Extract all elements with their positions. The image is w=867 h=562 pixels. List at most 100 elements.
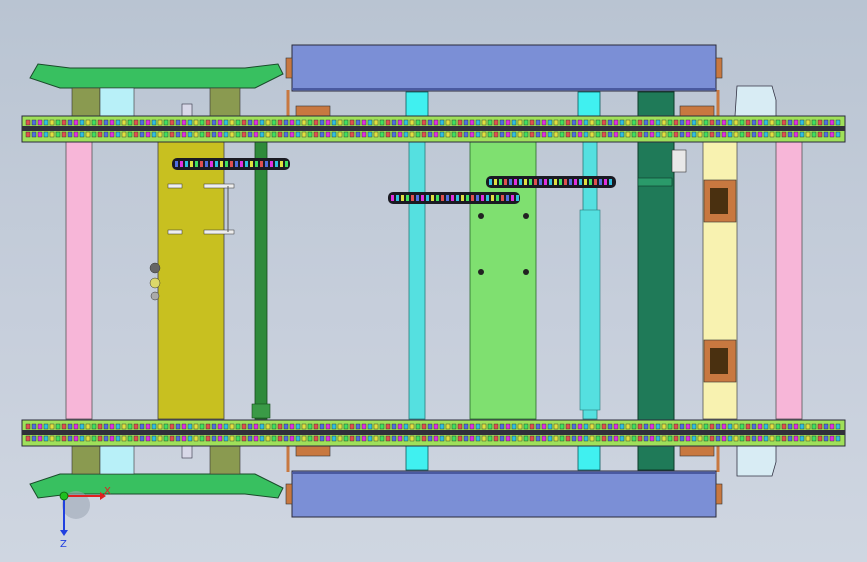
chain-link	[139, 435, 145, 442]
chain-link	[367, 435, 373, 442]
chain-link	[265, 435, 271, 442]
left-roller[interactable]	[65, 141, 93, 420]
sprocket-chain-link	[589, 179, 592, 185]
chain-link	[727, 435, 733, 442]
top-rail-chain[interactable]	[21, 115, 846, 143]
bottom-right-end-bracket[interactable]	[736, 445, 777, 477]
chain-link	[37, 435, 43, 442]
chain-link	[139, 423, 145, 430]
sprocket-chain-link	[491, 195, 494, 201]
bottom-pad-clip-right	[715, 483, 723, 505]
chain-link	[529, 423, 535, 430]
cad-viewport[interactable]: X Z	[0, 0, 867, 562]
sprocket-chain-link	[436, 195, 439, 201]
chain-link	[811, 435, 817, 442]
chain-link	[253, 423, 259, 430]
chain-link	[91, 423, 97, 430]
chain-link	[499, 119, 505, 126]
chain-link	[517, 435, 523, 442]
chain-link	[289, 131, 295, 138]
chain-link	[709, 423, 715, 430]
chain-link	[373, 435, 379, 442]
chain-link	[235, 119, 241, 126]
z-axis-label: Z	[60, 539, 67, 550]
chain-link	[355, 435, 361, 442]
sprocket-chain-upper[interactable]	[486, 176, 616, 188]
chain-link	[241, 131, 247, 138]
sprocket-chain-link	[519, 179, 522, 185]
dark-green-beam[interactable]	[637, 91, 675, 471]
chain-link	[265, 119, 271, 126]
chain-link	[421, 119, 427, 126]
chain-link	[37, 131, 43, 138]
sprocket-chain-link	[574, 179, 577, 185]
top-right-end-bracket[interactable]	[734, 85, 777, 117]
chain-link	[529, 435, 535, 442]
bottom-left-bracket[interactable]	[29, 443, 284, 499]
top-pad[interactable]	[291, 44, 717, 92]
chain-link	[691, 119, 697, 126]
chain-link	[685, 435, 691, 442]
bottom-pad[interactable]	[291, 470, 717, 518]
chain-link	[109, 435, 115, 442]
chain-link	[547, 119, 553, 126]
chain-link	[607, 423, 613, 430]
dark-green-shaft[interactable]	[254, 141, 268, 420]
sprocket-chain-middle[interactable]	[388, 192, 520, 204]
sprocket-chain-link	[494, 179, 497, 185]
chain-link	[199, 131, 205, 138]
chain-link	[157, 423, 163, 430]
right-roller[interactable]	[775, 141, 803, 420]
chain-link	[403, 423, 409, 430]
chain-link	[781, 119, 787, 126]
chain-link	[511, 435, 517, 442]
chain-link	[709, 119, 715, 126]
chain-link	[559, 131, 565, 138]
chain-link	[331, 119, 337, 126]
top-left-bracket-plate[interactable]	[29, 63, 284, 89]
chain-link	[493, 435, 499, 442]
olive-plate-knob-2	[149, 277, 161, 289]
chain-link	[43, 131, 49, 138]
chain-link	[667, 131, 673, 138]
bottom-rail-chain[interactable]	[21, 419, 846, 447]
olive-plate[interactable]	[157, 141, 225, 420]
chain-link	[109, 119, 115, 126]
cyan-block-top-1	[405, 91, 429, 119]
chain-link	[577, 435, 583, 442]
chain-link	[601, 423, 607, 430]
chain-link	[685, 119, 691, 126]
chain-link	[247, 423, 253, 430]
cyan-shaft-left[interactable]	[408, 141, 426, 420]
chain-link	[97, 423, 103, 430]
sprocket-chain-link	[476, 195, 479, 201]
chain-link	[607, 435, 613, 442]
cyan-block-bottom-2	[577, 443, 601, 471]
green-plate-hole-3	[478, 269, 484, 275]
chain-link	[523, 435, 529, 442]
assembly-drawing[interactable]: X Z	[0, 0, 867, 562]
top-left-bracket[interactable]	[29, 63, 284, 121]
sprocket-chain-link	[499, 179, 502, 185]
olive-plate-rod-1	[203, 183, 235, 189]
chain-link	[613, 131, 619, 138]
chain-link	[541, 423, 547, 430]
sprocket-chain-link	[544, 179, 547, 185]
chain-link	[181, 435, 187, 442]
chain-link	[25, 131, 31, 138]
chain-link	[379, 131, 385, 138]
chain-link	[445, 423, 451, 430]
chain-link	[475, 119, 481, 126]
chain-link	[595, 435, 601, 442]
sprocket-chain-olive[interactable]	[172, 158, 290, 170]
chain-link	[61, 131, 67, 138]
chain-link	[313, 131, 319, 138]
chain-link	[73, 435, 79, 442]
chain-link	[337, 423, 343, 430]
chain-link	[55, 131, 61, 138]
chain-link	[211, 423, 217, 430]
sprocket-chain-link	[509, 179, 512, 185]
chain-link	[535, 119, 541, 126]
sprocket-chain-link	[230, 161, 233, 167]
sprocket-chain-link	[599, 179, 602, 185]
